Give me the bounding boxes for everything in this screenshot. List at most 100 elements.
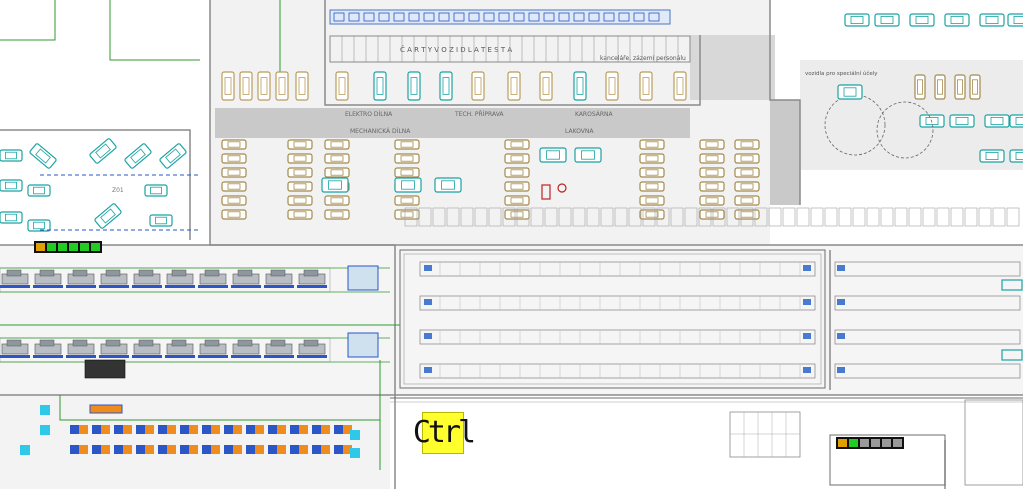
lane-end [803,299,811,305]
car-icon [539,147,567,163]
signal-light-icon [36,243,45,251]
car-icon [394,209,420,220]
side-label: vozidla pro speciální účely [805,70,878,77]
lane-end [424,299,432,305]
signal-light-icon [69,243,78,251]
station-icon [290,445,299,454]
car-icon [507,71,521,101]
conveyor-icon [0,355,30,358]
electro-label: ELEKTRO DÍLNA [345,111,393,118]
lane-end [803,367,811,373]
car-icon [954,74,966,100]
car-icon [734,195,760,206]
car-icon [221,71,235,101]
station-icon [268,425,277,434]
car-icon [221,153,247,164]
car-icon [979,13,1005,27]
car-icon [239,71,253,101]
car-icon [394,167,420,178]
car-icon [287,195,313,206]
conveyor-icon [198,285,228,288]
zone-tag: Z01 [112,187,124,194]
station-icon [79,445,88,454]
car-icon [373,71,387,101]
conveyor-icon [165,355,195,358]
car-icon [504,181,530,192]
car-icon [699,139,725,150]
station-icon [268,445,277,454]
car-roof [105,339,121,347]
car-icon [605,71,619,101]
station-icon [233,445,242,454]
station-icon [246,425,255,434]
car-icon [574,147,602,163]
side-aisle [770,100,800,205]
signal-light-icon [871,439,880,447]
lane-end [837,333,845,339]
station-icon [145,445,154,454]
car-roof [270,339,286,347]
car-icon [287,153,313,164]
car-icon [944,13,970,27]
car-icon [1009,114,1023,128]
car-icon [324,195,350,206]
grid-storage [690,35,775,100]
marker-cyan [20,445,30,455]
station-icon [70,425,79,434]
conveyor-icon [99,285,129,288]
car-icon [504,167,530,178]
car-icon [699,181,725,192]
signal-light-icon [849,439,858,447]
station-icon [277,425,286,434]
car-roof [171,339,187,347]
car-icon [734,167,760,178]
car-icon [844,13,870,27]
car-icon [144,184,168,197]
marker-cyan [350,448,360,458]
station-icon [123,445,132,454]
station-icon [189,445,198,454]
car-icon [699,153,725,164]
station-icon [123,425,132,434]
car-roof [6,339,22,347]
mechanics-label: MECHANICKÁ DÍLNA [350,128,411,135]
car-icon [734,139,760,150]
station-icon [202,445,211,454]
car-icon [221,139,247,150]
ctrl-badge[interactable]: Ctrl [413,412,476,454]
car-roof [72,269,88,277]
car-icon [1009,149,1023,163]
production-floor [0,245,1023,395]
car-roof [6,269,22,277]
car-icon [639,209,665,220]
car-icon [914,74,926,100]
station-icon [224,425,233,434]
lane-end [803,333,811,339]
signal-light-icon [58,243,67,251]
car-roof [204,269,220,277]
station-icon [189,425,198,434]
lane-end [424,333,432,339]
station-icon [70,445,79,454]
car-icon [734,209,760,220]
station-icon [101,425,110,434]
marker-cyan [40,405,50,415]
station-icon [312,425,321,434]
office-label: kanceláře, zázemí personálu [600,55,686,62]
car-icon [287,139,313,150]
station-icon [101,445,110,454]
station-icon [136,445,145,454]
station-icon [167,445,176,454]
car-icon [27,184,51,197]
car-icon [221,195,247,206]
car-icon [394,195,420,206]
bodywork-label: KAROSÁRNA [575,111,614,118]
car-icon [221,167,247,178]
station-icon [136,425,145,434]
car-icon [949,114,975,128]
conveyor-icon [33,355,63,358]
car-icon [471,71,485,101]
car-icon [324,167,350,178]
station-icon [299,445,308,454]
lane-end [837,367,845,373]
